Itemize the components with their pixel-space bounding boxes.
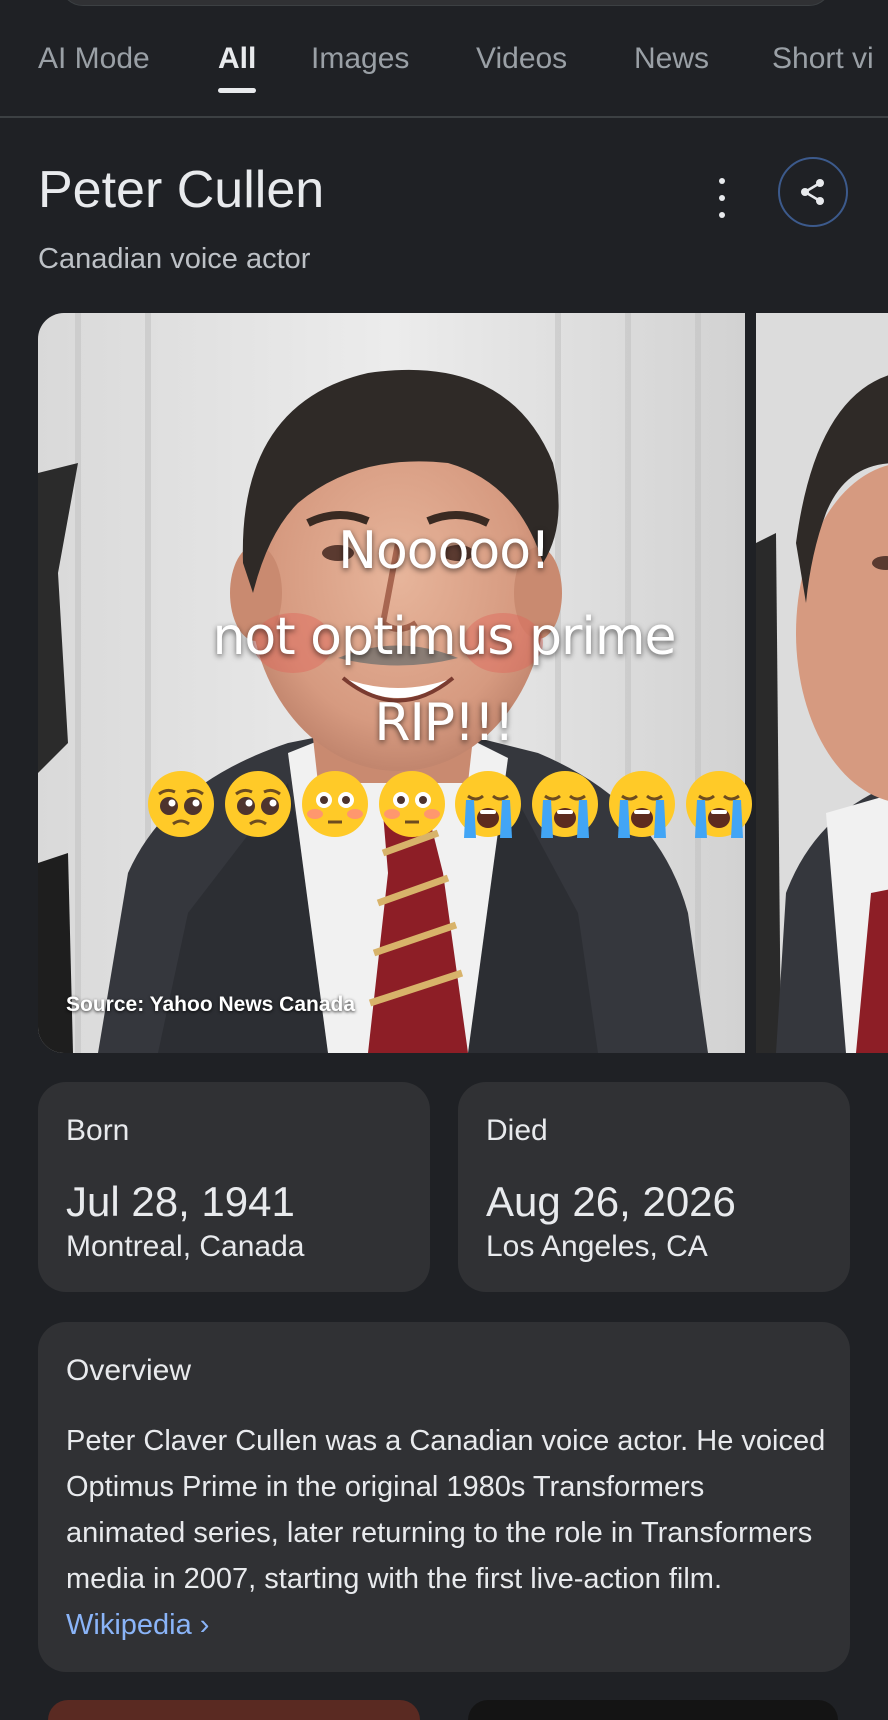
- died-label: Died: [486, 1114, 548, 1147]
- died-card[interactable]: Died Aug 26, 2026 Los Angeles, CA: [458, 1082, 850, 1292]
- next-card-preview-left[interactable]: [48, 1700, 420, 1720]
- chevron-right-icon: ›: [199, 1609, 210, 1641]
- overlay-caption: Nooooo! not optimus prime RIP!!!: [0, 508, 888, 766]
- image-source-label: Source: Yahoo News Canada: [66, 993, 356, 1016]
- overview-title: Overview: [66, 1354, 192, 1387]
- loudly-crying-face-icon: [455, 771, 522, 838]
- entity-title: Peter Cullen: [38, 161, 325, 219]
- flushed-face-icon: [301, 771, 368, 837]
- wikipedia-link[interactable]: Wikipedia ›: [66, 1609, 209, 1641]
- pleading-face-icon: [148, 771, 214, 837]
- pleading-face-icon: [224, 771, 291, 837]
- overview-description: Peter Claver Cullen was a Canadian voice…: [66, 1425, 826, 1595]
- born-card[interactable]: Born Jul 28, 1941 Montreal, Canada: [38, 1082, 430, 1292]
- emoji-row: [145, 768, 755, 844]
- share-button[interactable]: [778, 157, 848, 227]
- next-card-preview-right[interactable]: [468, 1700, 838, 1720]
- wikipedia-link-label: Wikipedia: [66, 1609, 192, 1641]
- share-icon: [801, 179, 824, 205]
- tab-videos[interactable]: Videos: [476, 42, 567, 76]
- entity-subtitle: Canadian voice actor: [38, 243, 311, 275]
- search-tabs: AI Mode All Images Videos News Short vi: [0, 0, 888, 118]
- overview-card: Overview Peter Claver Cullen was a Canad…: [38, 1322, 850, 1672]
- tab-ai-mode[interactable]: AI Mode: [38, 42, 150, 76]
- more-options-icon[interactable]: [712, 178, 732, 218]
- loudly-crying-face-icon: [609, 771, 676, 838]
- born-date: Jul 28, 1941: [66, 1178, 295, 1225]
- caption-line-1: Nooooo!: [338, 521, 551, 581]
- born-place: Montreal, Canada: [66, 1230, 305, 1263]
- caption-line-3: RIP!!!: [374, 693, 514, 753]
- loudly-crying-face-icon: [685, 771, 752, 838]
- active-tab-indicator: [218, 88, 256, 93]
- caption-line-2: not optimus prime: [212, 607, 676, 667]
- tab-all[interactable]: All: [218, 42, 256, 76]
- tab-short-videos[interactable]: Short vi: [772, 42, 874, 76]
- tab-images[interactable]: Images: [311, 42, 409, 76]
- died-date: Aug 26, 2026: [486, 1178, 736, 1225]
- died-place: Los Angeles, CA: [486, 1230, 708, 1263]
- flushed-face-icon: [378, 771, 445, 837]
- tab-news[interactable]: News: [634, 42, 709, 76]
- loudly-crying-face-icon: [532, 771, 599, 838]
- born-label: Born: [66, 1114, 130, 1147]
- overview-text: Peter Claver Cullen was a Canadian voice…: [66, 1418, 830, 1648]
